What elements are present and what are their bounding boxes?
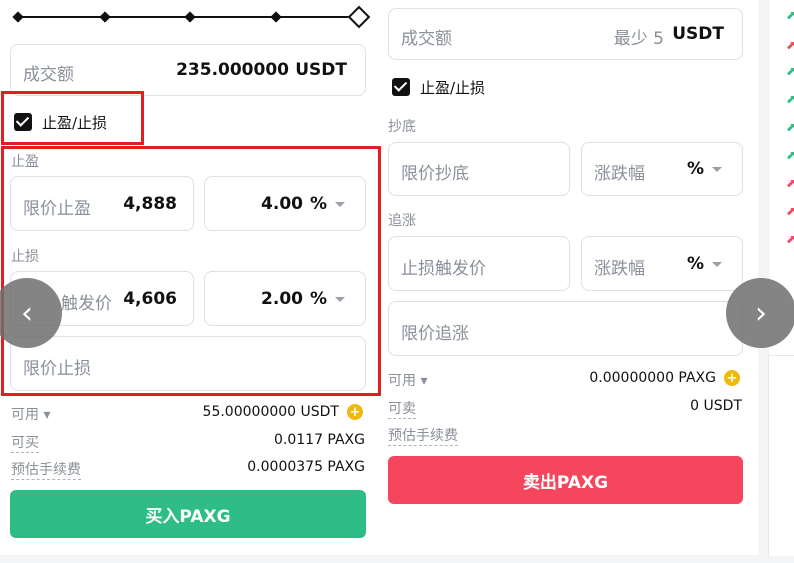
slider-mark[interactable] bbox=[99, 11, 111, 23]
sell-fee-label: 预估手续费 bbox=[388, 425, 458, 446]
tpsl-highlight-box bbox=[1, 91, 144, 145]
chase-limit-label: 限价追涨 bbox=[401, 324, 469, 344]
arrow-up-icon: ⬈ bbox=[786, 8, 794, 22]
sell-amount-field[interactable]: 成交额 最少 5 USDT bbox=[388, 8, 743, 60]
sell-available-label[interactable]: 可用 ▾ bbox=[388, 370, 427, 390]
tpsl-fields-highlight-box bbox=[1, 146, 381, 396]
buy-available-label[interactable]: 可用 ▾ bbox=[11, 404, 50, 424]
buy-amount-value: 235.000000 bbox=[176, 60, 289, 80]
chase-section-label: 追涨 bbox=[388, 213, 416, 229]
chase-trigger-label: 止损触发价 bbox=[401, 259, 486, 279]
chevron-right-icon: › bbox=[755, 295, 767, 331]
sell-can-sell-label: 可卖 bbox=[388, 398, 416, 419]
chevron-down-icon[interactable] bbox=[712, 167, 722, 172]
buy-amount-unit: USDT bbox=[295, 60, 347, 80]
sell-tpsl-checkbox[interactable] bbox=[392, 78, 410, 96]
buy-button[interactable]: 买入PAXG bbox=[10, 490, 366, 538]
buy-can-buy-label: 可买 bbox=[11, 432, 39, 453]
arrow-up-icon: ⬈ bbox=[786, 92, 794, 106]
sell-available-value: 0.00000000 PAXG bbox=[589, 370, 716, 386]
chase-limit-field[interactable]: 限价追涨 bbox=[388, 301, 743, 356]
slider-mark[interactable] bbox=[184, 11, 196, 23]
sell-amount-unit: USDT bbox=[672, 24, 724, 44]
chevron-left-icon: ‹ bbox=[21, 295, 33, 331]
carousel-next-button[interactable]: › bbox=[726, 278, 794, 348]
buy-amount-field[interactable]: 成交额 235.000000 USDT bbox=[10, 44, 366, 96]
dip-pct-label: 涨跌幅 bbox=[594, 164, 645, 184]
dip-price-field[interactable]: 限价抄底 bbox=[388, 142, 570, 196]
sell-button[interactable]: 卖出PAXG bbox=[388, 456, 743, 504]
slider-mark[interactable] bbox=[270, 11, 282, 23]
arrow-up-icon: ⬈ bbox=[786, 232, 794, 246]
add-funds-icon[interactable]: + bbox=[724, 370, 740, 386]
dip-price-label: 限价抄底 bbox=[401, 164, 469, 184]
buy-can-buy-value: 0.0117 PAXG bbox=[274, 432, 365, 448]
arrow-up-icon: ⬈ bbox=[786, 120, 794, 134]
arrow-up-icon: ⬈ bbox=[786, 204, 794, 218]
arrow-up-icon: ⬈ bbox=[786, 176, 794, 190]
sell-can-sell-value: 0 USDT bbox=[690, 398, 742, 414]
arrow-up-icon: ⬈ bbox=[786, 148, 794, 162]
dip-pct-unit: % bbox=[686, 159, 704, 179]
buy-amount-label: 成交额 bbox=[23, 65, 74, 85]
dip-pct-field[interactable]: 涨跌幅 % bbox=[581, 142, 743, 196]
sell-amount-hint: 最少 5 bbox=[613, 29, 664, 49]
dip-section-label: 抄底 bbox=[388, 119, 416, 135]
chase-pct-field[interactable]: 涨跌幅 % bbox=[581, 236, 743, 291]
arrow-up-icon: ⬈ bbox=[786, 64, 794, 78]
side-card bbox=[768, 355, 794, 556]
buy-fee-label: 预估手续费 bbox=[11, 459, 81, 480]
buy-fee-value: 0.0000375 PAXG bbox=[247, 459, 365, 475]
chevron-down-icon[interactable] bbox=[712, 262, 722, 267]
buy-available-value: 55.00000000 USDT bbox=[202, 404, 339, 420]
chase-pct-label: 涨跌幅 bbox=[594, 259, 645, 279]
add-funds-icon[interactable]: + bbox=[347, 404, 363, 420]
chase-pct-unit: % bbox=[686, 254, 704, 274]
arrow-up-icon: ⬈ bbox=[786, 38, 794, 52]
sell-amount-label: 成交额 bbox=[401, 29, 452, 49]
chase-trigger-field[interactable]: 止损触发价 bbox=[388, 236, 570, 291]
amount-slider[interactable] bbox=[12, 5, 371, 29]
sell-tpsl-label: 止盈/止损 bbox=[420, 79, 486, 97]
